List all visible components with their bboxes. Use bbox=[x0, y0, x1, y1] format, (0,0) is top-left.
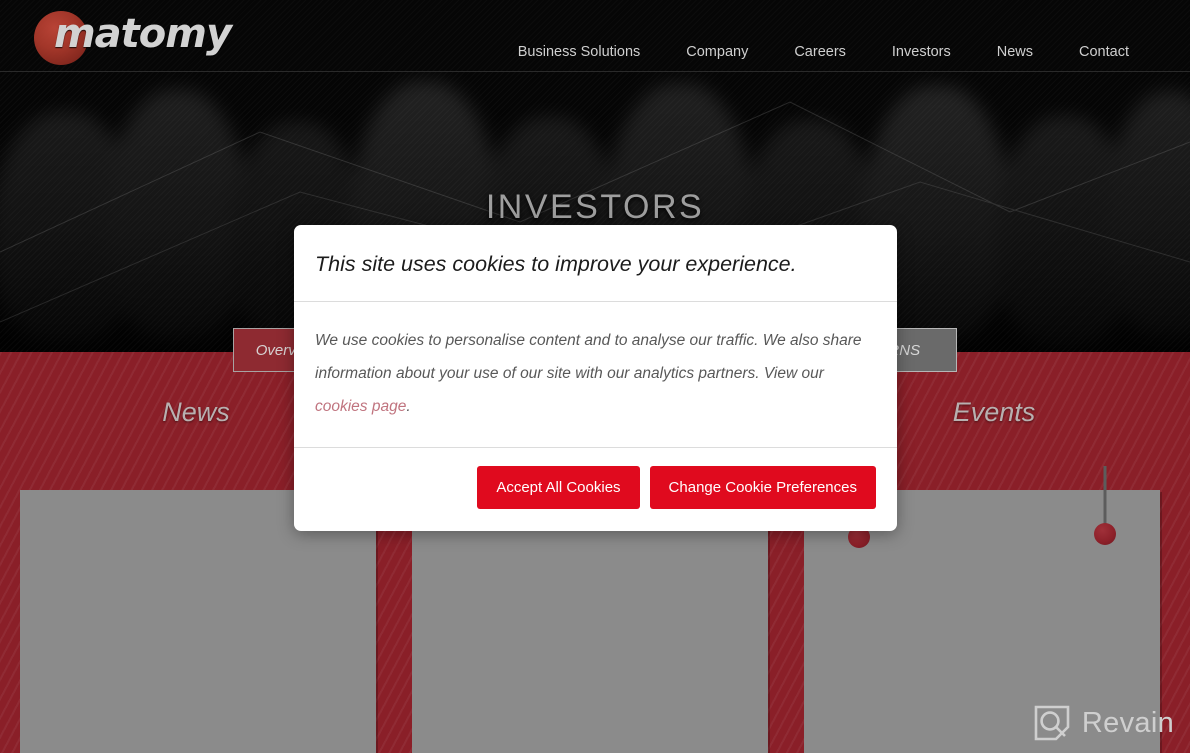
change-cookie-preferences-button[interactable]: Change Cookie Preferences bbox=[649, 466, 876, 509]
cookies-page-link[interactable]: cookies page bbox=[315, 398, 406, 415]
accept-all-cookies-button[interactable]: Accept All Cookies bbox=[477, 466, 640, 509]
revain-watermark: Revain bbox=[1034, 705, 1174, 741]
pin-needle-icon bbox=[1103, 466, 1107, 530]
revain-logo-icon bbox=[1034, 705, 1070, 741]
cookie-dialog-actions: Accept All Cookies Change Cookie Prefere… bbox=[294, 448, 897, 531]
cookie-consent-dialog: This site uses cookies to improve your e… bbox=[294, 225, 897, 531]
pin-marker-right bbox=[1094, 466, 1116, 546]
cookie-dialog-body: We use cookies to personalise content an… bbox=[294, 302, 897, 448]
revain-watermark-text: Revain bbox=[1081, 706, 1174, 739]
site-logo[interactable]: matomy bbox=[34, 7, 234, 65]
main-nav: Business Solutions Company Careers Inves… bbox=[495, 44, 1152, 60]
page-root: matomy Business Solutions Company Career… bbox=[0, 0, 1190, 753]
cookie-dialog-header: This site uses cookies to improve your e… bbox=[294, 225, 897, 302]
page-title: INVESTORS bbox=[485, 188, 705, 226]
cookie-body-text: We use cookies to personalise content an… bbox=[315, 332, 862, 382]
nav-item-business-solutions[interactable]: Business Solutions bbox=[495, 44, 664, 60]
top-navigation-bar: matomy Business Solutions Company Career… bbox=[0, 0, 1190, 72]
pin-head-icon bbox=[1094, 523, 1116, 545]
cookie-body-text-end: . bbox=[406, 398, 411, 415]
cookie-dialog-title: This site uses cookies to improve your e… bbox=[315, 252, 797, 276]
nav-item-news[interactable]: News bbox=[974, 44, 1056, 60]
logo-wordmark: matomy bbox=[54, 11, 232, 57]
nav-item-investors[interactable]: Investors bbox=[869, 44, 974, 60]
nav-item-careers[interactable]: Careers bbox=[771, 44, 869, 60]
nav-item-company[interactable]: Company bbox=[663, 44, 771, 60]
nav-item-contact[interactable]: Contact bbox=[1056, 44, 1152, 60]
